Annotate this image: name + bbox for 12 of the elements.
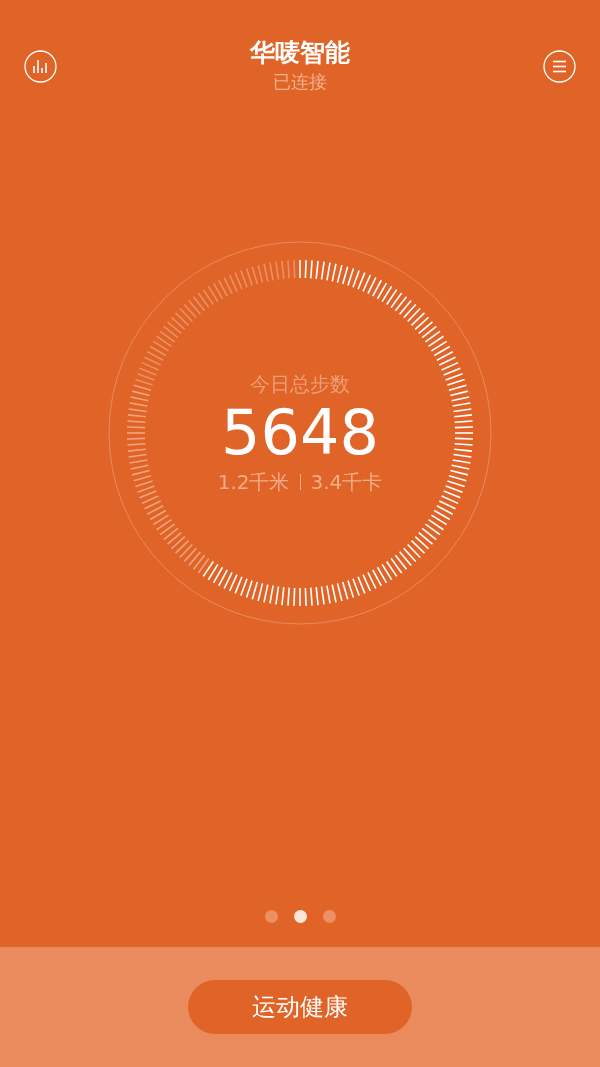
app-title: 华唛智能 [250,38,350,68]
chart-icon[interactable] [24,50,57,83]
step-count: 5648 [221,398,379,468]
page-indicator-dot[interactable] [322,910,336,923]
sport-health-button[interactable]: 运动健康 [188,980,412,1034]
distance-value: 1.2千米 [217,469,290,497]
calories-value: 3.4千卡 [310,469,383,497]
connection-status: 已连接 [272,70,328,94]
menu-icon[interactable] [543,50,576,83]
page-indicator-dot[interactable] [264,910,278,923]
steps-label: 今日总步数 [250,370,350,398]
page-indicator-dot[interactable] [293,910,307,923]
